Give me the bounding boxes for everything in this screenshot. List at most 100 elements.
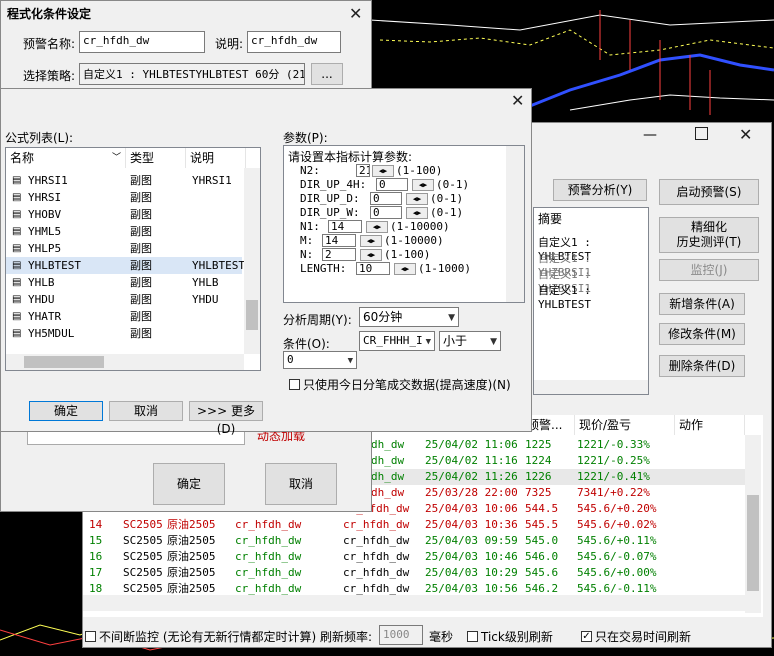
formula-type: 副图 [130, 276, 152, 289]
spin-arrows-icon[interactable]: ◀▶ [360, 249, 382, 261]
spin-arrows-icon[interactable]: ◀▶ [366, 221, 388, 233]
summary-hscroll[interactable] [534, 380, 648, 394]
condition-value-select[interactable]: 0 ▼ [283, 351, 357, 369]
param-value-input[interactable]: 14 [322, 234, 356, 247]
formula-row[interactable]: ▤ YHRSI 副图 [6, 189, 242, 206]
sort-chevron-icon: ﹀ [111, 153, 121, 163]
spin-arrows-icon[interactable]: ◀▶ [360, 235, 382, 247]
cancel-button[interactable]: 取消 [265, 463, 337, 505]
formula-row[interactable]: ▤ YH5MDUL 副图 [6, 325, 242, 342]
close-icon[interactable]: ✕ [739, 125, 752, 144]
ok-button[interactable]: 确定 [153, 463, 225, 505]
formula-desc: YHLBTEST [192, 259, 245, 272]
spin-arrows-icon[interactable]: ◀▶ [406, 207, 428, 219]
formula-name: YH5MDUL [28, 327, 75, 340]
strategy-input[interactable]: 自定义1 : YHLBTESTYHLBTEST 60分 (21,0 [79, 63, 305, 85]
param-row: N1: 14 ◀▶ (1-10000) [284, 220, 504, 234]
condition-operator-select[interactable]: 小于 ▼ [439, 331, 501, 351]
formula-row[interactable]: ▤ YHLB 副图 YHLB [6, 274, 242, 291]
param-name: N: [300, 248, 314, 261]
alert-name-input[interactable]: cr_hfdh_dw [79, 31, 205, 53]
maximize-icon[interactable] [695, 127, 708, 140]
period-select[interactable]: 60分钟 ▼ [359, 307, 459, 327]
col-header-name[interactable]: 名称 ﹀ [6, 148, 126, 168]
formula-type: 副图 [130, 208, 152, 221]
row-alert-price: 544.5 [525, 502, 559, 515]
monitor-button[interactable]: 监控(J) [659, 259, 759, 281]
ok-button[interactable]: 确定 [29, 401, 103, 421]
tick-refresh-checkbox[interactable] [467, 631, 478, 642]
param-value-input[interactable]: 0 [370, 192, 402, 205]
today-only-label: 只使用今日分笔成交数据(提高速度)(N) [303, 378, 511, 392]
formula-icon: ▤ [12, 209, 22, 220]
param-range: (1-100) [396, 164, 443, 177]
row-time: 25/03/28 22:00 [425, 486, 518, 499]
formula-list-hscroll[interactable] [6, 354, 244, 370]
col-header-type[interactable]: 类型 [126, 148, 186, 168]
alert-table-vscroll[interactable] [745, 435, 761, 613]
param-row: N: 2 ◀▶ (1-100) [284, 248, 504, 262]
formula-row[interactable]: ▤ YHATR 副图 [6, 308, 242, 325]
formula-row[interactable]: ▤ YHML5 副图 [6, 223, 242, 240]
hscroll-thumb[interactable] [24, 356, 104, 368]
param-value-input[interactable]: 0 [370, 206, 402, 219]
close-icon[interactable]: ✕ [511, 91, 524, 110]
params-vscroll[interactable] [506, 146, 524, 302]
param-value-input[interactable]: 2 [322, 248, 356, 261]
spin-arrows-icon[interactable]: ◀▶ [412, 179, 434, 191]
col-header-price[interactable]: 现价/盈亏 [575, 415, 675, 435]
nonstop-checkbox[interactable] [85, 631, 96, 642]
summary-item[interactable]: 自定义1 : YHLBTEST [538, 282, 648, 311]
alert-table-row[interactable]: 15 SC2505 原油2505 cr_hfdh_dw cr_hfdh_dw 25/04/… [83, 533, 745, 549]
spin-arrows-icon[interactable]: ◀▶ [372, 165, 394, 177]
today-only-checkbox[interactable] [289, 379, 300, 390]
spin-arrows-icon[interactable]: ◀▶ [406, 193, 428, 205]
param-row: M: 14 ◀▶ (1-10000) [284, 234, 504, 248]
spin-arrows-icon[interactable]: ◀▶ [394, 263, 416, 275]
alert-table-row[interactable]: 16 SC2505 原油2505 cr_hfdh_dw cr_hfdh_dw 25/04/… [83, 549, 745, 565]
param-value-input[interactable]: 21 [356, 164, 370, 177]
refine-history-button[interactable]: 精细化 历史测评(T) [659, 217, 759, 253]
alert-table-hscroll[interactable] [83, 595, 745, 611]
param-value-input[interactable]: 10 [356, 262, 390, 275]
alert-analysis-button[interactable]: 预警分析(Y) [553, 179, 647, 201]
minimize-icon[interactable]: — [643, 127, 657, 143]
scroll-thumb[interactable] [747, 495, 759, 591]
formula-icon: ▤ [12, 175, 22, 186]
col-header-action[interactable]: 动作 [675, 415, 745, 435]
edit-condition-button[interactable]: 修改条件(M) [659, 323, 745, 345]
param-value-input[interactable]: 14 [328, 220, 362, 233]
formula-name: YHOBV [28, 208, 62, 221]
summary-list[interactable]: 摘要 自定义1 : YHLBTEST 自定义1 : YHZBRSI1 自定义1 … [533, 207, 649, 395]
formula-row[interactable]: ▤ YHDU 副图 YHDU [6, 291, 242, 308]
col-header-desc[interactable]: 说明 [186, 148, 246, 168]
alert-table-row[interactable]: 17 SC2505 原油2505 cr_hfdh_dw cr_hfdh_dw 25/04/… [83, 565, 745, 581]
browse-button[interactable]: ... [311, 63, 343, 85]
condition-line-select[interactable]: CR_FHHH_I ▼ [359, 331, 435, 351]
formula-desc: YHDU [192, 293, 219, 306]
alert-table-row[interactable]: 14 SC2505 原油2505 cr_hfdh_dw cr_hfdh_dw 25/04/… [83, 517, 745, 533]
formula-row[interactable]: ▤ YHLP5 副图 [6, 240, 242, 257]
desc-input[interactable]: cr_hfdh_dw [247, 31, 341, 53]
start-alert-button[interactable]: 启动预警(S) [659, 179, 759, 205]
scroll-thumb[interactable] [246, 300, 258, 330]
param-range: (0-1) [430, 192, 464, 205]
more-button[interactable]: >>> 更多(D) [189, 401, 263, 436]
delete-condition-button[interactable]: 删除条件(D) [659, 355, 745, 377]
param-value-input[interactable]: 0 [376, 178, 408, 191]
screen: — ✕ 预警分析(Y) 摘要 自定义1 : YHLBTEST 自定义1 : YH… [0, 0, 774, 656]
row-alert-name: cr_hfdh_dw [343, 518, 410, 531]
params-label: 参数(P): [283, 131, 328, 145]
add-condition-button[interactable]: 新增条件(A) [659, 293, 745, 315]
formula-list[interactable]: 名称 ﹀ 类型 说明 ▤ YHRSI1 副图 YHRSI1 ▤ YHRSI 副图 ▤ YHOBV 副… [5, 147, 261, 371]
trade-time-checkbox[interactable]: ✓ [581, 631, 592, 642]
param-row: DIR_UP_W: 0 ◀▶ (0-1) [284, 206, 504, 220]
refresh-frequency-input[interactable]: 1000 [379, 625, 423, 645]
formula-row[interactable]: ▤ YHRSI1 副图 YHRSI1 [6, 172, 242, 189]
formula-row[interactable]: ▤ YHOBV 副图 [6, 206, 242, 223]
formula-row[interactable]: ▤ YHLBTEST 副图 YHLBTEST [6, 257, 245, 274]
close-icon[interactable]: ✕ [349, 4, 362, 23]
params-panel[interactable]: 请设置本指标计算参数: N2:21◀▶(1-100)DIR_UP_4H:0◀▶(… [283, 145, 525, 303]
formula-list-vscroll[interactable] [244, 168, 260, 354]
cancel-button[interactable]: 取消 [109, 401, 183, 421]
